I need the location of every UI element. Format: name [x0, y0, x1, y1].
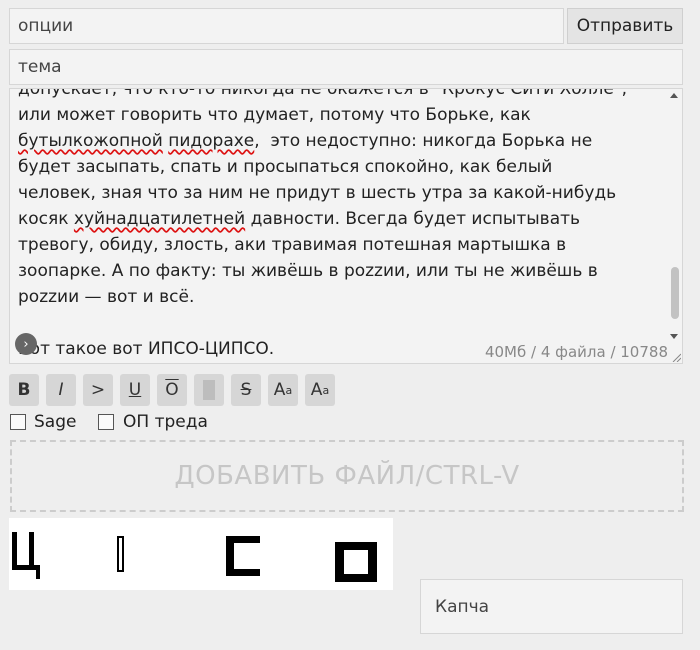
- subject-placeholder: тема: [18, 57, 62, 77]
- sage-checkbox[interactable]: [10, 414, 26, 430]
- quote-button[interactable]: >: [83, 374, 113, 406]
- expand-icon[interactable]: ›: [15, 333, 37, 355]
- upload-status: 40Мб / 4 файла / 10788: [484, 343, 668, 361]
- overline-button[interactable]: O: [157, 374, 187, 406]
- scroll-thumb[interactable]: [671, 267, 679, 319]
- comment-scrollbar[interactable]: [668, 89, 682, 363]
- superscript-button[interactable]: Aa: [268, 374, 298, 406]
- bold-button[interactable]: B: [9, 374, 39, 406]
- underline-button[interactable]: U: [120, 374, 150, 406]
- options-placeholder: опции: [18, 16, 74, 36]
- captcha-input[interactable]: Капча: [420, 579, 683, 634]
- op-label: ОП треда: [123, 412, 208, 432]
- file-dropzone[interactable]: ДОБАВИТЬ ФАЙЛ/CTRL-V: [10, 440, 684, 512]
- spoiler-icon: [203, 380, 215, 400]
- dropzone-label: ДОБАВИТЬ ФАЙЛ/CTRL-V: [174, 461, 520, 491]
- scroll-up-arrow-icon[interactable]: [670, 93, 678, 98]
- comment-text: допускает, что кто-то никогда не окажетс…: [18, 88, 628, 359]
- spoiler-button[interactable]: [194, 374, 224, 406]
- subscript-button[interactable]: Aa: [305, 374, 335, 406]
- sage-label: Sage: [34, 412, 77, 432]
- comment-textarea[interactable]: допускает, что кто-то никогда не окажетс…: [9, 88, 683, 364]
- captcha-placeholder: Капча: [435, 596, 490, 617]
- italic-button[interactable]: I: [46, 374, 76, 406]
- send-button[interactable]: Отправить: [567, 8, 683, 44]
- strikethrough-button[interactable]: S: [231, 374, 261, 406]
- op-checkbox[interactable]: [98, 414, 114, 430]
- options-input[interactable]: опции: [9, 8, 564, 44]
- subject-input[interactable]: тема: [9, 49, 683, 85]
- scroll-down-arrow-icon[interactable]: [670, 334, 678, 339]
- captcha-image: [9, 518, 393, 590]
- resize-handle-icon[interactable]: [671, 352, 681, 362]
